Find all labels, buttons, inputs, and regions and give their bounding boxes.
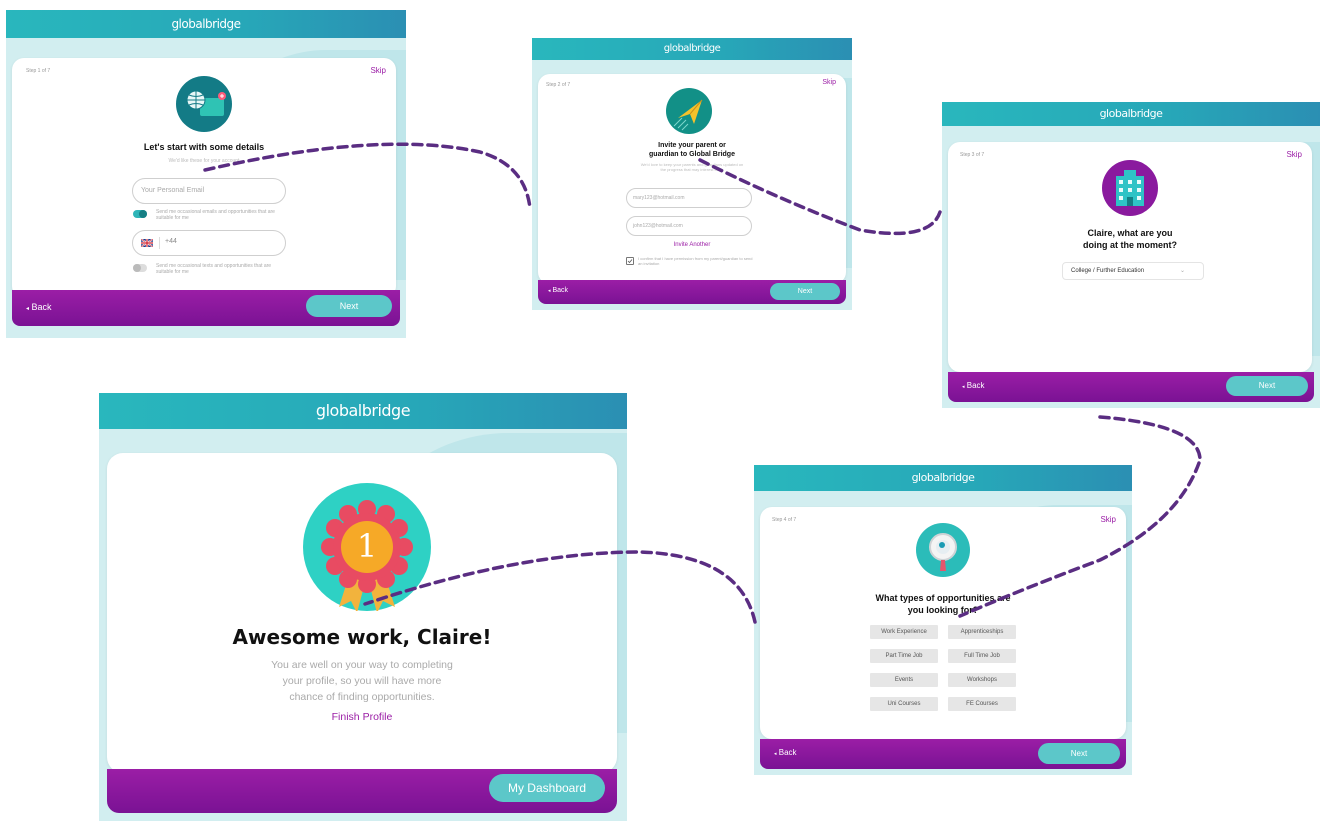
chevron-left-icon: ◂ — [548, 288, 551, 294]
option-events[interactable]: Events — [870, 673, 938, 687]
rosette-badge-icon: 1 — [303, 483, 431, 613]
option-apprenticeships[interactable]: Apprenticeships — [948, 625, 1016, 639]
step-indicator: Step 2 of 7 — [546, 82, 571, 88]
screen-complete: globalbridge 1 Awesome work, Claire! You… — [99, 393, 627, 821]
back-label: Back — [966, 381, 985, 390]
step-title-line2: doing at the moment? — [1083, 240, 1177, 250]
completion-card: 1 Awesome work, Claire! You are well on … — [107, 453, 617, 773]
option-full-time-job[interactable]: Full Time Job — [948, 649, 1016, 663]
paper-plane-icon — [666, 88, 712, 134]
college-building-icon — [1102, 160, 1158, 216]
back-button[interactable]: ◂ Back — [548, 287, 568, 294]
next-button[interactable]: Next — [770, 283, 840, 300]
my-dashboard-button[interactable]: My Dashboard — [489, 774, 605, 802]
step-title-line1: Claire, what are you — [1087, 228, 1173, 238]
finish-profile-link[interactable]: Finish Profile — [107, 711, 617, 723]
step-title-line2: you looking for? — [907, 605, 979, 615]
step-indicator: Step 4 of 7 — [772, 517, 797, 523]
option-fe-courses[interactable]: FE Courses — [948, 697, 1016, 711]
screen-step1: globalbridge Step 1 of 7 Skip Let's star… — [6, 10, 406, 338]
skip-link[interactable]: Skip — [370, 66, 386, 75]
skip-link[interactable]: Skip — [1100, 515, 1116, 524]
option-work-experience[interactable]: Work Experience — [870, 625, 938, 639]
navigation-footer: ◂ Back Next — [538, 280, 846, 304]
next-button[interactable]: Next — [1038, 743, 1120, 764]
navigation-footer: ◂ Back Next — [760, 739, 1126, 769]
step-subtitle: We'd like these for your account — [168, 158, 240, 164]
completion-message-line2: your profile, so you will have more — [282, 675, 442, 687]
chevron-left-icon: ◂ — [774, 751, 777, 757]
invite-another-link[interactable]: Invite Another — [538, 242, 846, 248]
chevron-down-icon: ⌄ — [1179, 268, 1185, 274]
email-consent-toggle[interactable] — [133, 210, 147, 218]
navigation-footer: ◂ Back Next — [948, 372, 1314, 402]
parent-email-input-1[interactable]: mary123@hotmail.com — [626, 188, 752, 208]
step-indicator: Step 1 of 7 — [26, 68, 51, 74]
back-label: Back — [552, 287, 569, 294]
chevron-left-icon: ◂ — [962, 384, 965, 390]
completion-message-line1: You are well on your way to completing — [271, 659, 453, 671]
chevron-left-icon: ◂ — [26, 306, 30, 312]
screen-step2: globalbridge Step 2 of 7 Skip Invite you… — [532, 38, 852, 310]
completion-message-line3: chance of finding opportunities. — [289, 691, 435, 703]
details-card: Step 1 of 7 Skip Let's start with some d… — [12, 58, 396, 298]
step-title-line1: What types of opportunities are — [875, 593, 1011, 603]
back-button[interactable]: ◂ Back — [962, 381, 985, 390]
completion-title: Awesome work, Claire! — [232, 625, 492, 649]
text-consent-label: Send me occasional texts and opportuniti… — [156, 263, 272, 275]
confirm-label: I confirm that I have permission from my… — [638, 256, 753, 266]
magnifier-icon — [916, 523, 970, 577]
step-indicator: Step 3 of 7 — [960, 152, 985, 158]
email-consent-label: Send me occasional emails and opportunit… — [156, 209, 275, 221]
status-card: Step 3 of 7 Skip Claire, what are you do… — [948, 142, 1312, 372]
badge-number: 1 — [356, 527, 378, 565]
invite-card: Step 2 of 7 Skip Invite your parent or g… — [538, 74, 846, 284]
brand-header: globalbridge — [942, 102, 1320, 126]
option-workshops[interactable]: Workshops — [948, 673, 1016, 687]
select-value: College / Further Education — [1071, 268, 1145, 274]
phone-input[interactable]: +44 — [132, 230, 286, 256]
option-uni-courses[interactable]: Uni Courses — [870, 697, 938, 711]
phone-prefix: +44 — [165, 238, 177, 245]
back-label: Back — [31, 302, 52, 312]
screen-step4: globalbridge Step 4 of 7 Skip What types… — [754, 465, 1132, 775]
step-title: Let's start with some details — [143, 142, 265, 152]
step-title-line1: Invite your parent or — [658, 142, 726, 149]
brand-header: globalbridge — [754, 465, 1132, 491]
navigation-footer: My Dashboard — [107, 769, 617, 813]
back-label: Back — [778, 748, 797, 757]
step-subtitle: We'd love to keep your parents and guard… — [640, 162, 744, 172]
text-consent-toggle[interactable] — [133, 264, 147, 272]
checkmark-icon — [627, 259, 633, 264]
personal-email-input[interactable]: Your Personal Email — [132, 178, 286, 204]
phone-divider — [159, 237, 160, 249]
skip-link[interactable]: Skip — [822, 79, 836, 86]
option-part-time-job[interactable]: Part Time Job — [870, 649, 938, 663]
skip-link[interactable]: Skip — [1286, 150, 1302, 159]
completion-message: You are well on your way to completing y… — [107, 657, 617, 705]
navigation-footer: ◂ Back Next — [12, 290, 400, 326]
back-button[interactable]: ◂ Back — [26, 302, 52, 312]
brand-header: globalbridge — [99, 393, 627, 429]
step-title-line2: guardian to Global Bridge — [649, 151, 735, 158]
current-activity-select[interactable]: College / Further Education ⌄ — [1062, 262, 1204, 280]
brand-header: globalbridge — [6, 10, 406, 38]
next-button[interactable]: Next — [306, 295, 392, 317]
screen-step3: globalbridge Step 3 of 7 Skip Claire, wh… — [942, 102, 1320, 408]
parent-email-input-2[interactable]: john123@hotmail.com — [626, 216, 752, 236]
uk-flag-icon — [141, 239, 153, 247]
brand-header: globalbridge — [532, 38, 852, 60]
confirm-checkbox[interactable] — [626, 257, 634, 265]
globe-mail-icon — [176, 76, 232, 132]
opportunities-card: Step 4 of 7 Skip What types of opportuni… — [760, 507, 1126, 739]
next-button[interactable]: Next — [1226, 376, 1308, 396]
back-button[interactable]: ◂ Back — [774, 748, 797, 757]
